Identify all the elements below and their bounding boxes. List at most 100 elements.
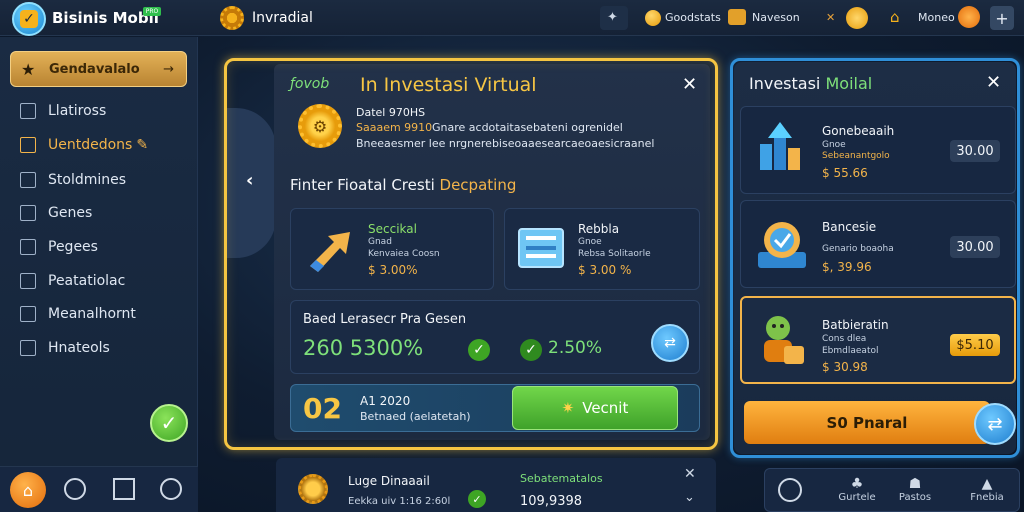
sidebar-item-label: Llatiross bbox=[48, 103, 107, 119]
house-icon: ⌂ bbox=[890, 8, 900, 26]
page-icon bbox=[20, 239, 36, 255]
bottom-nav-item-3[interactable]: ▲ Fnebia bbox=[960, 476, 1014, 503]
chart-icon bbox=[20, 103, 36, 119]
bottom-nav-label: Fnebia bbox=[970, 492, 1004, 503]
sidebar-item-label: Uentdedons bbox=[48, 137, 133, 153]
sidebar-item-label: Stoldmines bbox=[48, 172, 127, 188]
right-panel-title: Investasi Moilal bbox=[749, 74, 872, 93]
building-chart-icon bbox=[760, 122, 800, 170]
sidebar-item-label: Genes bbox=[48, 205, 93, 221]
shop-icon: ▲ bbox=[981, 476, 993, 492]
stat-moneo[interactable]: Moneo bbox=[918, 11, 955, 24]
bottom-nav-label: Gurtele bbox=[838, 492, 876, 503]
sidebar-item-5[interactable]: Pegees bbox=[20, 236, 98, 258]
currency-icon[interactable] bbox=[846, 7, 868, 29]
stat-naveson[interactable]: Naveson bbox=[752, 11, 800, 24]
verify-line-2: Betnaed (aelatetah) bbox=[360, 410, 471, 423]
document-screen-icon bbox=[518, 228, 564, 268]
card-b-value: $ 3.00 % bbox=[578, 263, 632, 277]
info-line-1: Datel 970HS bbox=[356, 106, 426, 119]
pro-badge: PRO bbox=[143, 7, 161, 16]
app-logo[interactable]: ✓ bbox=[12, 2, 46, 36]
page-title: Invradial bbox=[252, 10, 313, 26]
sidebar-item-8[interactable]: Hnateols bbox=[20, 337, 110, 359]
section-title: Finter Fioatal Cresti Decpating bbox=[290, 176, 516, 194]
right-panel-title-main: Investasi bbox=[749, 74, 821, 93]
confirm-check-button[interactable]: ✓ bbox=[150, 404, 188, 442]
right-panel-title-highlight: Moilal bbox=[825, 74, 873, 93]
bottom-nav-label: Pastos bbox=[898, 492, 932, 503]
sidebar-item-4[interactable]: Genes bbox=[20, 202, 92, 224]
profile-icon[interactable] bbox=[958, 6, 980, 28]
stat-goodstats[interactable]: Goodstats bbox=[665, 11, 721, 24]
confirm-button[interactable]: S0 Pnaral bbox=[744, 401, 990, 444]
grid-icon bbox=[20, 172, 36, 188]
card-a-title: Seccikal bbox=[368, 222, 417, 236]
add-button[interactable]: + bbox=[990, 6, 1014, 30]
asset-2-badge: 30.00 bbox=[950, 236, 1000, 258]
modal-title: In Investasi Virtual bbox=[360, 74, 537, 96]
clock-icon[interactable] bbox=[160, 478, 182, 500]
pen-icon: ✎ bbox=[136, 137, 149, 153]
arrow-icon: → bbox=[163, 61, 174, 77]
asset-3-sub1: Cons dlea bbox=[822, 334, 867, 344]
growth-arrow-icon bbox=[310, 232, 350, 272]
bottom-nav-item-2[interactable]: ☗ Pastos bbox=[888, 476, 942, 503]
sidebar-item-label: Pegees bbox=[48, 239, 98, 255]
sidebar-item-active[interactable]: ★ Gendavalalo → bbox=[10, 51, 187, 87]
close-icon[interactable]: ✕ bbox=[684, 466, 696, 482]
gear-coin-icon bbox=[298, 474, 328, 504]
ghost-icon: ☗ bbox=[908, 476, 922, 492]
row-big-number: 260 5300% bbox=[303, 336, 424, 360]
card-a-value: $ 3.00% bbox=[368, 263, 418, 277]
people-icon: ♣ bbox=[850, 476, 864, 492]
swap-button[interactable]: ⇄ bbox=[974, 403, 1016, 445]
compass-icon[interactable] bbox=[778, 478, 802, 502]
modal-title-prefix: ƒovob bbox=[290, 76, 330, 92]
bottom-sub: Eekka uiv 1:16 2:60l bbox=[348, 496, 451, 507]
sidebar-item-label: Meanalhornt bbox=[48, 306, 136, 322]
asset-1-name: Gonebeaaih bbox=[822, 124, 895, 138]
chevron-left-icon[interactable]: ‹ bbox=[246, 170, 253, 191]
compass-icon[interactable] bbox=[64, 478, 86, 500]
asset-2-name: Bancesie bbox=[822, 220, 877, 234]
section-title-main: Finter Fioatal Cresti bbox=[290, 176, 435, 194]
square-icon[interactable] bbox=[113, 478, 135, 500]
pencil-icon bbox=[20, 137, 36, 153]
info-line-2b: Gnare acdotaitasebateni ogrenidel bbox=[432, 121, 623, 134]
card-a-sub2: Kenvaiea Coosn bbox=[368, 249, 440, 259]
bottom-value-2: 109,9398 bbox=[520, 494, 583, 509]
bottom-nav-item-1[interactable]: ♣ Gurtele bbox=[830, 476, 884, 503]
gear-coin-icon: ⚙ bbox=[298, 104, 342, 148]
sidebar-item-3[interactable]: Stoldmines bbox=[20, 169, 126, 191]
bottom-strip bbox=[276, 458, 716, 512]
card-b-sub1: Gnoe bbox=[578, 237, 602, 247]
shield-icon bbox=[20, 306, 36, 322]
home-button[interactable]: ⌂ bbox=[10, 472, 46, 508]
character-icon bbox=[764, 316, 804, 364]
check-icon: ✓ bbox=[20, 10, 38, 28]
close-icon[interactable]: ✕ bbox=[986, 72, 1001, 93]
verify-button[interactable]: ✷ Vecnit bbox=[512, 386, 678, 430]
asset-3-name: Batbieratin bbox=[822, 318, 889, 332]
card-b-title: Rebbla bbox=[578, 222, 620, 236]
card-b-sub2: Rebsa Solitaorle bbox=[578, 249, 651, 259]
row-percent: 2.50% bbox=[548, 338, 603, 358]
close-icon[interactable]: ✕ bbox=[682, 74, 697, 95]
bottom-title: Luge Dinaaail bbox=[348, 474, 430, 488]
sidebar-item-7[interactable]: Meanalhornt bbox=[20, 303, 136, 325]
gear-icon[interactable] bbox=[220, 6, 244, 30]
swap-button[interactable]: ⇄ bbox=[651, 324, 689, 362]
asset-1-value: $ 55.66 bbox=[822, 166, 868, 180]
asset-1-sub1: Gnoe bbox=[822, 140, 846, 150]
sidebar-item-1[interactable]: Llatiross bbox=[20, 100, 106, 122]
star-icon: ✷ bbox=[561, 399, 575, 417]
sidebar-item-2[interactable]: Uentdedons ✎ bbox=[20, 134, 148, 156]
puzzle-icon: ✦ bbox=[607, 10, 618, 25]
sidebar-item-6[interactable]: Peatatiolac bbox=[20, 270, 125, 292]
asset-1-badge: 30.00 bbox=[950, 140, 1000, 162]
verify-line-1: A1 2020 bbox=[360, 394, 411, 408]
asset-3-sub2: Ebmdlaeatol bbox=[822, 346, 879, 356]
chevron-down-icon[interactable]: ⌄ bbox=[684, 490, 695, 505]
asset-3-value: $ 30.98 bbox=[822, 360, 868, 374]
